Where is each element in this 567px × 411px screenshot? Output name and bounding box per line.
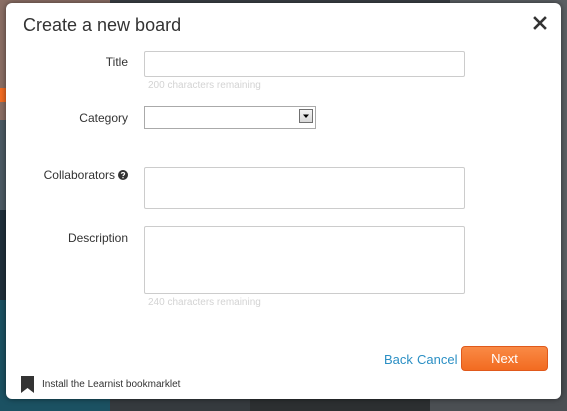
collaborators-input[interactable] (144, 167, 465, 209)
title-label: Title (105, 55, 128, 69)
title-char-count: 200 characters remaining (148, 80, 261, 91)
bookmark-icon (21, 376, 34, 393)
back-button[interactable]: Back (384, 352, 413, 367)
close-button[interactable] (532, 15, 548, 31)
description-char-count: 240 characters remaining (148, 297, 261, 308)
create-board-dialog: Create a new board Title 200 characters … (6, 3, 561, 399)
description-label: Description (67, 231, 128, 245)
chevron-down-icon (299, 109, 313, 123)
bookmarklet-label: Install the Learnist bookmarklet (42, 379, 181, 390)
close-icon (532, 15, 548, 31)
question-circle-icon[interactable] (118, 170, 128, 180)
description-textarea[interactable] (144, 226, 465, 294)
collaborators-label-text: Collaborators (43, 168, 115, 182)
title-input[interactable] (144, 51, 465, 77)
next-button[interactable]: Next (461, 346, 548, 371)
cancel-button[interactable]: Cancel (417, 352, 457, 367)
category-select[interactable] (144, 106, 316, 129)
category-label: Category (79, 111, 128, 125)
collaborators-label: Collaborators (6, 168, 128, 182)
dialog-title: Create a new board (23, 15, 182, 35)
